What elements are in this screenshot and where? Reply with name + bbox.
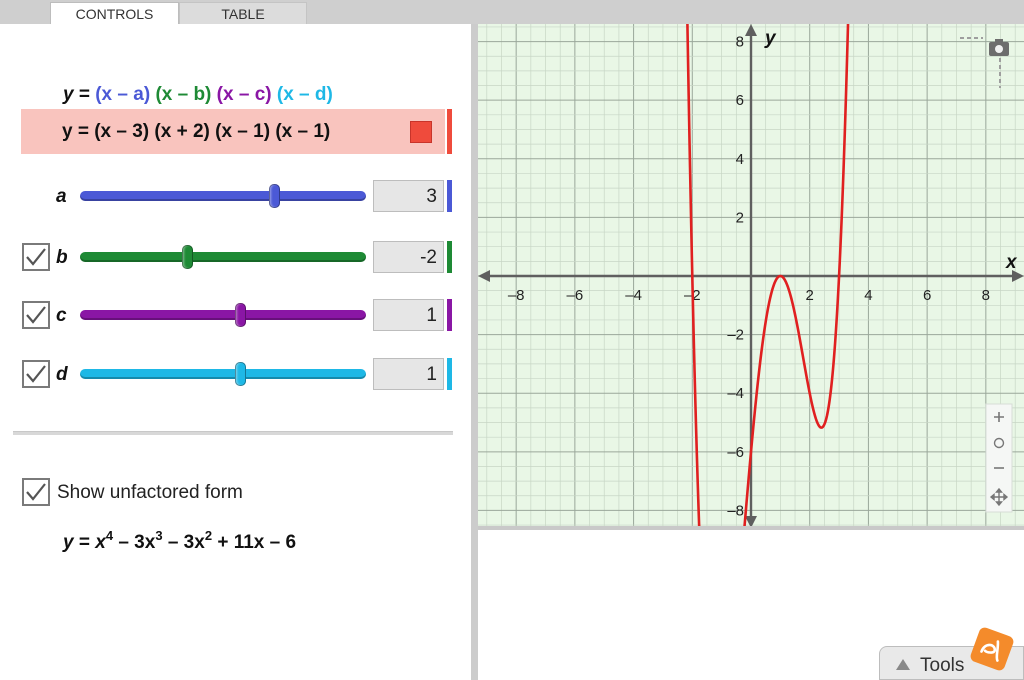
expanded-term-2: – 3x [113, 532, 156, 553]
param-d-value[interactable]: 1 [373, 358, 444, 390]
expanded-y: y [63, 532, 74, 553]
expanded-exp-3: 2 [204, 528, 213, 543]
formula-color-bar [447, 109, 452, 154]
unfactored-checkbox[interactable] [22, 478, 50, 506]
factor-c: (x – c) [216, 84, 272, 105]
y-axis-label: y [764, 28, 777, 49]
expanded-exp-1: 4 [105, 528, 114, 543]
expanded-term-3: – 3x [162, 532, 205, 553]
y-tick-label: –8 [727, 502, 744, 519]
explorelearning-logo-icon [970, 627, 1014, 671]
graph-canvas[interactable]: –8 –6 –4 –2 2 4 6 88642–2–4–6–8xy [478, 24, 1024, 528]
param-a-color-bar [447, 180, 452, 212]
checkmark-icon [26, 483, 46, 501]
panel-divider[interactable] [471, 24, 478, 680]
param-c-color-bar [447, 299, 452, 331]
checkmark-icon [26, 365, 46, 383]
param-c-label: c [56, 305, 67, 326]
expanded-term-1: x [95, 532, 106, 553]
expanded-equals: = [73, 532, 96, 553]
triangle-up-icon [896, 659, 910, 670]
param-c-value[interactable]: 1 [373, 299, 444, 331]
expanded-exp-2: 3 [155, 528, 163, 543]
x-tick-label: –4 [625, 287, 642, 304]
param-a-label: a [56, 186, 67, 207]
param-row-c: c1 [0, 299, 471, 333]
current-formula: y = (x – 3) (x + 2) (x – 1) (x – 1) [62, 121, 331, 142]
param-b-checkbox[interactable] [22, 243, 50, 271]
expanded-term-4: + 11x – 6 [212, 532, 297, 553]
param-row-a: a3 [0, 180, 471, 214]
current-formula-box: y = (x – 3) (x + 2) (x – 1) (x – 1) [21, 109, 445, 154]
formula-y: y [63, 84, 74, 105]
curve-color-swatch[interactable] [410, 121, 432, 143]
factor-a: (x – a) [95, 84, 151, 105]
param-b-value[interactable]: -2 [373, 241, 444, 273]
param-d-color-bar [447, 358, 452, 390]
param-b-slider-handle[interactable] [182, 245, 194, 269]
param-d-checkbox[interactable] [22, 360, 50, 388]
y-tick-label: 2 [736, 209, 744, 226]
generic-formula: y = (x – a) (x – b) (x – c) (x – d) [63, 84, 333, 106]
section-divider [13, 431, 453, 435]
param-row-b: b -2 [0, 241, 471, 275]
factor-d: (x – d) [276, 84, 333, 105]
x-tick-label: 6 [923, 287, 931, 304]
param-c-slider[interactable] [80, 303, 366, 327]
x-tick-label: –6 [567, 287, 584, 304]
tab-table[interactable]: TABLE [179, 2, 307, 24]
checkmark-icon [26, 306, 46, 324]
formula-equals: = [73, 84, 96, 105]
factor-b: (x – b) [155, 84, 212, 105]
tab-controls[interactable]: CONTROLS [50, 2, 179, 25]
param-d-label: d [56, 364, 68, 385]
expanded-formula: y = x4 – 3x3 – 3x2 + 11x – 6 [63, 528, 296, 554]
param-c-checkbox[interactable] [22, 301, 50, 329]
param-d-slider[interactable] [80, 362, 366, 386]
x-tick-label: 4 [864, 287, 872, 304]
x-axis-label: x [1005, 252, 1018, 273]
x-tick-label: 2 [806, 287, 814, 304]
tab-strip: CONTROLS TABLE [0, 0, 1024, 25]
param-d-slider-handle[interactable] [235, 362, 247, 386]
y-tick-label: –2 [727, 327, 744, 344]
unfactored-row: Show unfactored form [0, 476, 471, 508]
param-row-d: d1 [0, 358, 471, 392]
y-tick-label: 6 [736, 92, 744, 109]
param-a-slider[interactable] [80, 184, 366, 208]
param-b-slider[interactable] [80, 245, 366, 269]
checkmark-icon [26, 248, 46, 266]
controls-panel: y = (x – a) (x – b) (x – c) (x – d) y = … [0, 24, 471, 680]
x-tick-label: 8 [982, 287, 990, 304]
y-tick-label: 8 [736, 34, 744, 51]
y-tick-label: –4 [727, 385, 744, 402]
unfactored-label: Show unfactored form [57, 482, 243, 503]
param-c-slider-handle[interactable] [235, 303, 247, 327]
param-b-label: b [56, 247, 68, 268]
x-tick-label: –8 [508, 287, 525, 304]
tools-label: Tools [920, 655, 965, 676]
y-tick-label: –6 [727, 444, 744, 461]
param-b-color-bar [447, 241, 452, 273]
param-a-value[interactable]: 3 [373, 180, 444, 212]
param-a-slider-handle[interactable] [269, 184, 281, 208]
y-tick-label: 4 [736, 151, 744, 168]
